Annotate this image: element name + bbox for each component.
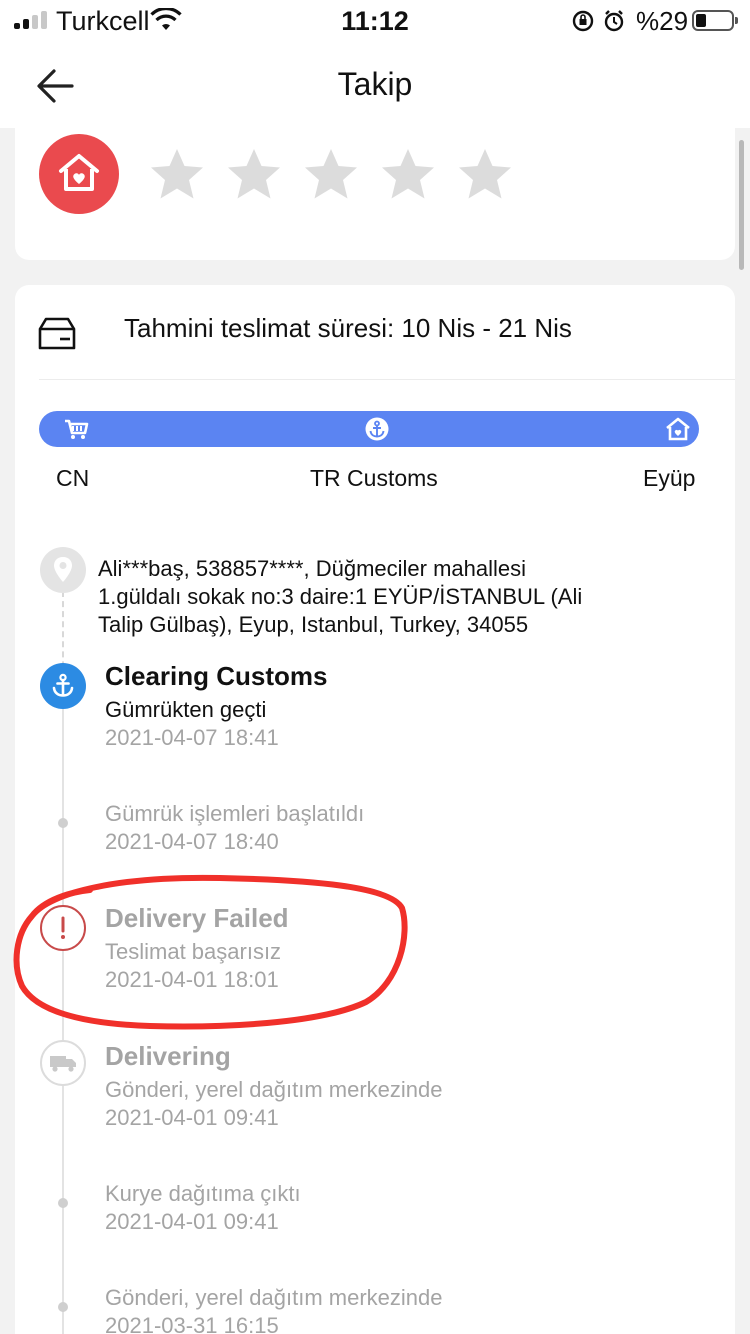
battery-icon (692, 10, 738, 31)
timeline-dot (58, 1198, 68, 1208)
status-bar: Turkcell 11:12 %29 (0, 0, 750, 44)
rating-star-1[interactable] (148, 146, 206, 202)
package-box-icon (38, 317, 76, 350)
event-description: Kurye dağıtıma çıktı (105, 1181, 301, 1206)
divider (39, 379, 735, 380)
delivery-address: Ali***baş, 538857****, Düğmeciler mahall… (98, 555, 658, 639)
store-logo[interactable] (39, 134, 119, 214)
event-time: 2021-04-01 09:41 (105, 1105, 279, 1130)
event-time: 2021-04-07 18:40 (105, 829, 279, 854)
timeline-dot (58, 818, 68, 828)
anchor-icon (52, 673, 74, 697)
event-description: Gümrükten geçti (105, 697, 267, 722)
address-line: 1.güldalı sokak no:3 daire:1 EYÜP/İSTANB… (98, 584, 583, 609)
shipping-progress-bar (39, 411, 699, 447)
truck-icon (50, 1056, 76, 1072)
home-heart-icon (59, 154, 99, 191)
event-description: Gümrük işlemleri başlatıldı (105, 801, 365, 826)
location-pin-node (40, 547, 86, 593)
address-line: Ali***baş, 538857****, Düğmeciler mahall… (98, 556, 527, 581)
scrollbar[interactable] (739, 140, 744, 270)
customs-node (40, 663, 86, 709)
anchor-icon (365, 417, 389, 441)
event-time: 2021-03-31 16:15 (105, 1313, 279, 1334)
tracking-card: Tahmini teslimat süresi: 10 Nis - 21 Nis… (15, 285, 735, 1334)
event-description: Gönderi, yerel dağıtım merkezinde (105, 1077, 443, 1102)
timeline-dot (58, 1302, 68, 1312)
nav-bar: Takip (0, 44, 750, 128)
rating-star-4[interactable] (379, 146, 437, 202)
rating-star-5[interactable] (456, 146, 514, 202)
event-time: 2021-04-07 18:41 (105, 725, 279, 750)
event-title: Clearing Customs (105, 661, 328, 691)
event-description: Gönderi, yerel dağıtım merkezinde (105, 1285, 443, 1310)
estimated-delivery-text: Tahmini teslimat süresi: 10 Nis - 21 Nis (124, 313, 572, 343)
annotation-circle (13, 874, 408, 1030)
progress-label-customs: TR Customs (310, 465, 438, 491)
store-rating-card (15, 128, 735, 260)
orientation-lock-icon (572, 10, 624, 32)
home-heart-icon (666, 417, 690, 441)
page-title: Takip (337, 66, 413, 102)
rating-star-3[interactable] (302, 146, 360, 202)
delivering-node (40, 1040, 86, 1086)
progress-label-destination: Eyüp (643, 465, 696, 491)
event-time: 2021-04-01 09:41 (105, 1209, 279, 1234)
event-title: Delivering (105, 1041, 231, 1071)
progress-label-origin: CN (56, 465, 90, 491)
location-pin-icon (54, 557, 72, 582)
cart-icon (65, 419, 89, 439)
battery-percent: %29 (636, 6, 689, 36)
address-line: Talip Gülbaş), Eyup, Istanbul, Turkey, 3… (98, 612, 529, 637)
rating-star-2[interactable] (225, 146, 283, 202)
